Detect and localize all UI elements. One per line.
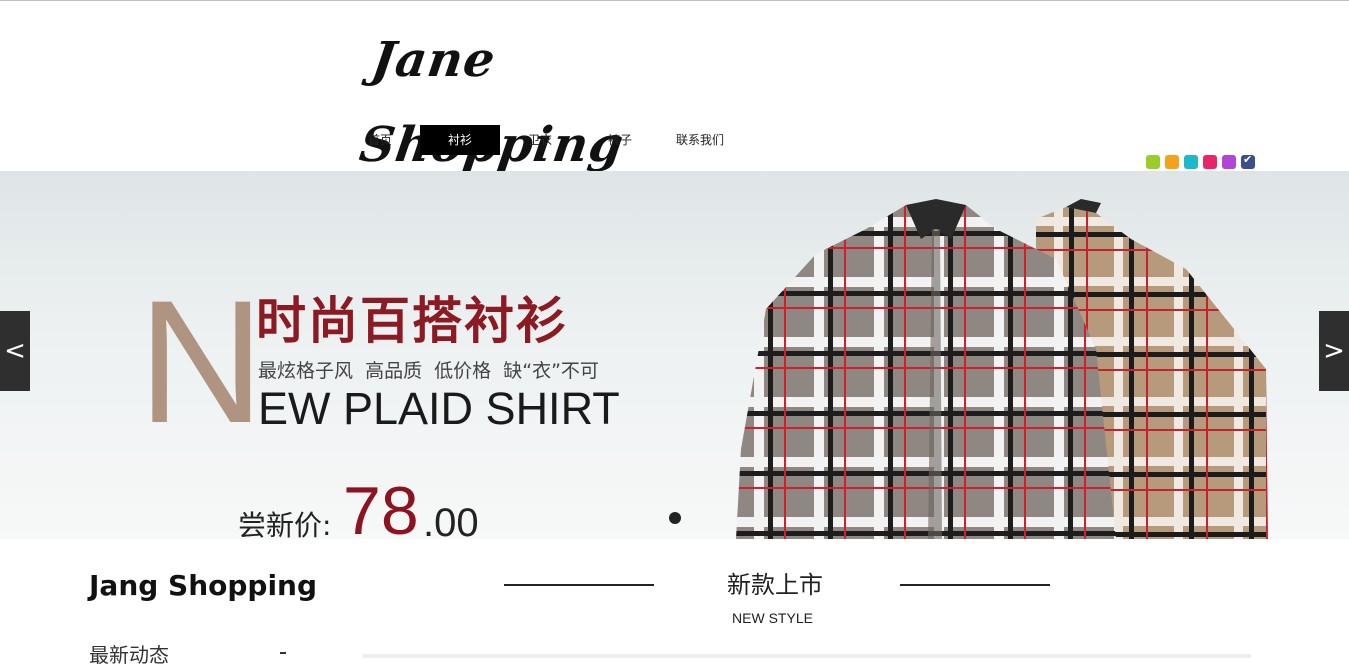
banner-price-decimal: .00 [423, 501, 479, 539]
hero-banner: N 时尚百搭衬衫 最炫格子风 高品质 低价格 缺“衣”不可 EW PLAID S… [0, 171, 1349, 539]
product-grid-top [363, 654, 1251, 658]
banner-headline: 时尚百搭衬衫 [256, 292, 568, 350]
nav-item-shirts[interactable]: 衬衫 [420, 125, 500, 155]
main-nav: 首页 衬衫 卫衣 裤子 联系我们 [340, 125, 740, 155]
section-title-right-rule [900, 584, 1050, 586]
plaid-shirts-image [736, 199, 1268, 539]
carousel-next-button[interactable]: > [1319, 311, 1349, 391]
banner-english-title: EW PLAID SHIRT [258, 383, 620, 434]
recent-news-divider [280, 652, 286, 654]
recent-news-title: 最新动态 [89, 643, 169, 667]
section-title: 新款上市 [727, 571, 823, 599]
section-title-left-rule [504, 584, 654, 586]
banner-price-label: 尝新价: [238, 509, 332, 539]
banner-subline: 最炫格子风 高品质 低价格 缺“衣”不可 [258, 360, 599, 382]
swatch-pink[interactable] [1203, 155, 1217, 169]
swatch-purple[interactable] [1222, 155, 1236, 169]
section-subtitle: NEW STYLE [732, 610, 813, 626]
nav-item-pants[interactable]: 裤子 [580, 125, 660, 155]
nav-item-home[interactable]: 首页 [340, 125, 420, 155]
swatch-orange[interactable] [1165, 155, 1179, 169]
banner-big-letter: N [138, 265, 264, 460]
top-border [0, 0, 1349, 1]
site-logo[interactable]: Jane Shopping [356, 18, 738, 173]
nav-item-hoodies[interactable]: 卫衣 [500, 125, 580, 155]
sidebar-site-name: Jang Shopping [89, 569, 318, 602]
swatch-navy[interactable] [1241, 153, 1255, 169]
swatch-cyan[interactable] [1184, 155, 1198, 169]
carousel-prev-button[interactable]: < [0, 311, 30, 391]
theme-color-picker [1146, 153, 1255, 169]
swatch-green[interactable] [1146, 155, 1160, 169]
carousel-dot-active[interactable] [669, 512, 681, 524]
nav-item-contact[interactable]: 联系我们 [660, 125, 740, 155]
banner-price-integer: 78 [343, 473, 419, 539]
